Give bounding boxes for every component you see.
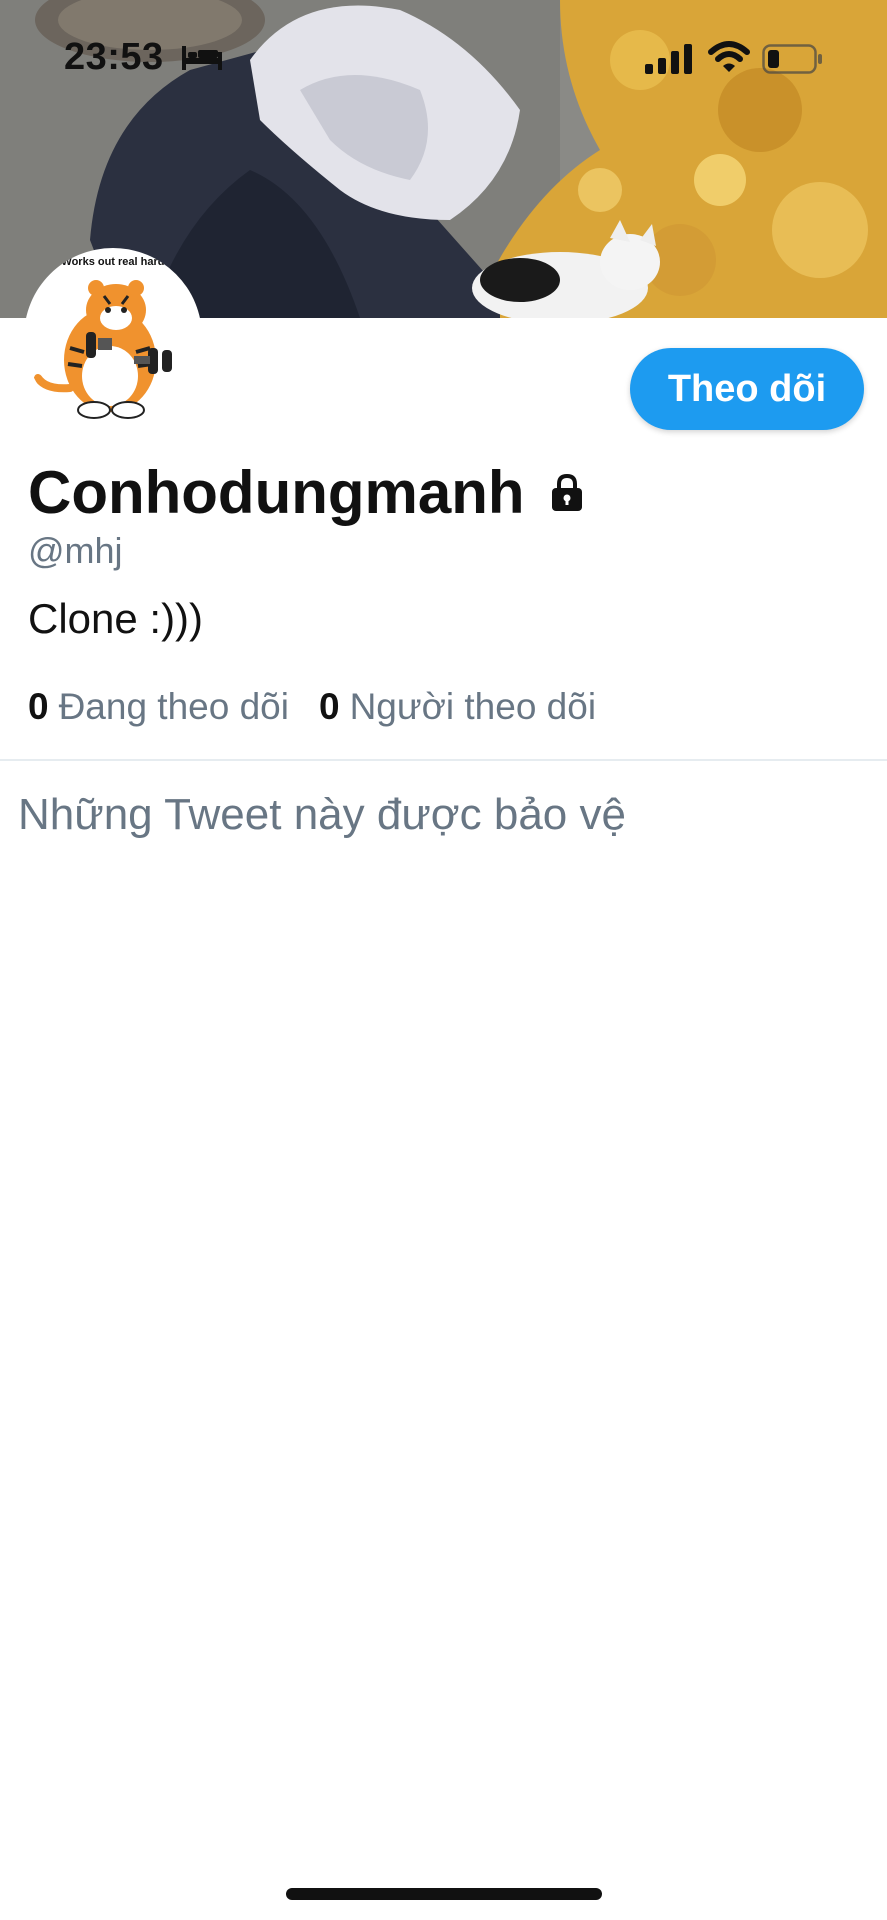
profile-bio: Clone :))) xyxy=(28,595,204,642)
display-name-row: Conhodungmanh xyxy=(28,458,585,527)
followers-count: 0 xyxy=(318,686,340,727)
follow-stats: 0 Đang theo dõi 0 Người theo dõi xyxy=(28,686,596,728)
status-time: 23:53 xyxy=(64,36,164,78)
cellular-signal-icon xyxy=(645,44,692,74)
bed-icon xyxy=(182,46,222,70)
lock-icon xyxy=(551,473,582,511)
follow-button[interactable]: Theo dõi xyxy=(630,348,864,430)
status-bar: 23:53 xyxy=(0,0,887,120)
section-divider xyxy=(0,759,887,761)
followers-stat[interactable]: 0 Người theo dõi xyxy=(319,686,596,728)
profile-handle: @mhj xyxy=(28,530,123,571)
profile-avatar[interactable]: Works out real hard.. xyxy=(24,248,202,426)
display-name: Conhodungmanh xyxy=(28,459,525,526)
following-count: 0 xyxy=(28,686,49,727)
following-label: Đang theo dõi xyxy=(58,686,289,727)
followers-label: Người theo dõi xyxy=(349,686,597,727)
profile-screen: 23:53 Works out real hard.. Theo dõi Con… xyxy=(0,0,887,1920)
tiger-lifting-dumbbells-avatar xyxy=(34,280,172,419)
following-stat[interactable]: 0 Đang theo dõi xyxy=(28,686,289,728)
home-indicator[interactable] xyxy=(286,1888,602,1900)
battery-icon xyxy=(762,44,822,74)
avatar-caption: Works out real hard.. xyxy=(61,256,171,268)
protected-tweets-notice: Những Tweet này được bảo vệ xyxy=(18,790,626,839)
wifi-icon xyxy=(708,41,750,72)
